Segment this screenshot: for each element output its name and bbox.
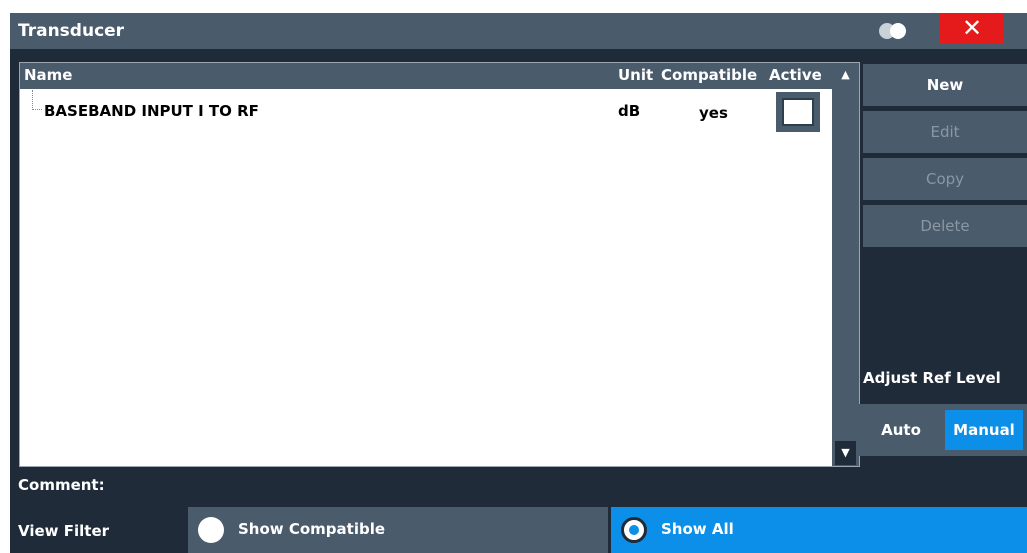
show-compatible-label: Show Compatible: [238, 520, 386, 538]
new-button[interactable]: New: [863, 64, 1027, 106]
edit-button[interactable]: Edit: [863, 111, 1027, 153]
scroll-up-arrow-icon[interactable]: ▲: [835, 63, 856, 87]
comment-label: Comment:: [18, 476, 105, 494]
row-unit: dB: [618, 102, 641, 120]
title-bar: Transducer ✕: [10, 13, 1027, 49]
vertical-scrollbar[interactable]: ▲ ▼: [832, 63, 859, 466]
row-compatible: yes: [699, 104, 728, 122]
active-checkbox[interactable]: [776, 92, 820, 132]
column-header-name[interactable]: Name: [24, 66, 72, 84]
show-all-option[interactable]: Show All: [611, 507, 1027, 553]
transducer-dialog: Transducer ✕ Name Unit Compatible Active…: [10, 13, 1027, 553]
dialog-title: Transducer: [18, 21, 125, 41]
column-header-compatible[interactable]: Compatible: [661, 66, 757, 84]
radio-selected-icon: [621, 517, 647, 543]
view-filter-label: View Filter: [18, 522, 110, 540]
checkbox-box: [782, 98, 814, 126]
delete-button[interactable]: Delete: [863, 205, 1027, 247]
show-compatible-option[interactable]: Show Compatible: [188, 507, 608, 553]
tree-connector: [32, 90, 42, 110]
radio-unselected-icon: [198, 517, 224, 543]
table-row[interactable]: BASEBAND INPUT I TO RF dB yes: [20, 90, 832, 134]
table-header: Name Unit Compatible Active: [20, 63, 832, 89]
display-toggle-icon[interactable]: [876, 22, 912, 40]
adjust-ref-level-toggle: Auto Manual: [859, 404, 1027, 456]
show-all-label: Show All: [661, 520, 734, 538]
adjust-auto-button[interactable]: Auto: [863, 410, 939, 450]
radio-dot: [629, 525, 639, 535]
copy-button[interactable]: Copy: [863, 158, 1027, 200]
scroll-down-arrow-icon[interactable]: ▼: [835, 441, 856, 465]
column-header-unit[interactable]: Unit: [618, 66, 653, 84]
adjust-ref-level-label: Adjust Ref Level: [863, 369, 1001, 387]
close-button[interactable]: ✕: [940, 13, 1004, 43]
column-header-active[interactable]: Active: [769, 66, 822, 84]
row-name: BASEBAND INPUT I TO RF: [44, 102, 259, 120]
transducer-table: Name Unit Compatible Active BASEBAND INP…: [19, 62, 860, 467]
adjust-manual-button[interactable]: Manual: [945, 410, 1023, 450]
